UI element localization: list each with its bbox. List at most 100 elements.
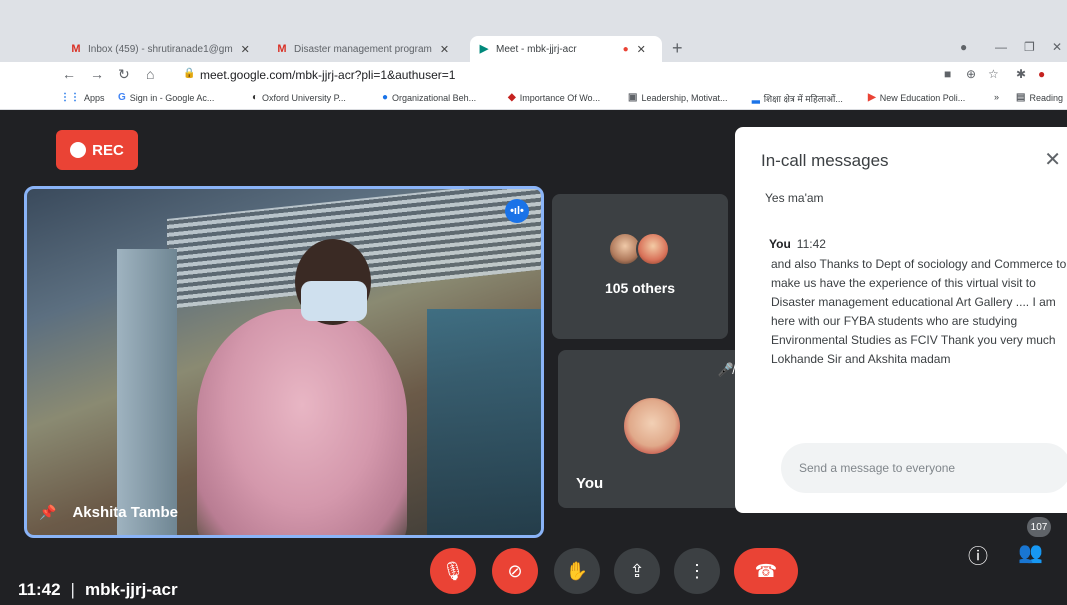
video-background — [117, 249, 177, 535]
extensions-icon[interactable]: ✱ — [1016, 67, 1026, 81]
home-icon[interactable]: ⌂ — [146, 66, 154, 82]
tab-inbox[interactable]: M Inbox (459) - shrutiranade1@gm ✕ — [62, 36, 262, 62]
close-tab-icon[interactable]: ✕ — [440, 43, 449, 56]
chat-message-header: You 11:42 — [769, 237, 826, 251]
others-tile[interactable]: 105 others — [552, 194, 728, 339]
close-window-icon[interactable]: ✕ — [1052, 40, 1062, 54]
record-dot-icon — [70, 142, 87, 158]
mic-off-icon: 🎙 — [441, 560, 465, 581]
tab-meet[interactable]: ▶ Meet - mbk-jjrj-acr ● ✕ — [470, 36, 662, 62]
bookmark-label: Organizational Beh... — [392, 92, 477, 103]
participant-count-badge: 107 — [1027, 517, 1051, 537]
camera-toggle-button[interactable]: ⊘ — [492, 548, 538, 594]
browser-tab-strip: M Inbox (459) - shrutiranade1@gm ✕ M Dis… — [0, 0, 1067, 62]
hang-up-icon: ☎ — [754, 560, 778, 581]
hand-icon: ✋ — [565, 560, 589, 581]
more-vert-icon: ⋮ — [688, 560, 706, 581]
others-count-label: 105 others — [604, 280, 676, 296]
camera-off-icon: ⊘ — [507, 560, 523, 581]
bookmark-organizational[interactable]: ● Organizational Beh... — [382, 92, 476, 103]
clock: 11:42 — [18, 580, 61, 599]
recording-indicator: REC — [56, 130, 138, 170]
participant-name: Akshita Tambe — [72, 504, 179, 521]
self-tile[interactable]: 🎤̸ You — [558, 350, 748, 508]
bookmark-oxford[interactable]: ◐ Oxford University P... — [252, 92, 346, 103]
site-icon: ▣ — [628, 92, 638, 103]
leave-call-button[interactable]: ☎ — [734, 548, 798, 594]
bookmark-google-signin[interactable]: G Sign in - Google Ac... — [118, 92, 214, 103]
bookmark-importance[interactable]: ◆ Importance Of Wo... — [508, 92, 600, 103]
bookmark-education-policy[interactable]: ▶ New Education Poli... — [868, 92, 965, 103]
chat-message: and also Thanks to Dept of sociology and… — [771, 257, 1067, 366]
chat-message: Yes ma'am — [765, 191, 824, 205]
avatar[interactable]: ● — [1038, 67, 1045, 81]
meeting-details: 11:42 | mbk-jjrj-acr — [18, 580, 178, 600]
in-call-messages-panel: In-call messages ✕ Yes ma'am You 11:42 an… — [735, 127, 1067, 513]
present-icon: ⇪ — [629, 560, 645, 581]
avatar — [636, 232, 670, 266]
tab-label: Inbox (459) - shrutiranade1@gm — [88, 43, 233, 55]
participant-video — [301, 281, 367, 321]
close-icon[interactable]: ✕ — [1044, 147, 1061, 172]
chat-sender: You — [769, 237, 791, 251]
bookmark-label: Sign in - Google Ac... — [129, 92, 215, 103]
bookmark-hindi-article[interactable]: ▂ शिक्षा क्षेत्र में महिलाओं... — [752, 92, 843, 105]
gmail-icon: M — [277, 43, 287, 55]
lock-icon: 🔒 — [183, 68, 196, 79]
address-bar-row: ← → ↻ ⌂ 🔒 meet.google.com/mbk-jjrj-acr?p… — [0, 62, 1067, 88]
tab-disaster-management[interactable]: M Disaster management program ✕ — [268, 36, 466, 62]
recording-dot-icon: ● — [622, 43, 629, 55]
meeting-info-icon[interactable]: ⓘ — [968, 540, 988, 569]
people-icon[interactable]: 👥 — [1018, 540, 1043, 565]
bookmark-label: New Education Poli... — [879, 92, 966, 103]
present-button[interactable]: ⇪ — [614, 548, 660, 594]
close-tab-icon[interactable]: ✕ — [637, 43, 646, 56]
bookmark-apps[interactable]: ⋮⋮ Apps — [60, 92, 105, 103]
bookmark-label: शिक्षा क्षेत्र में महिलाओं... — [763, 94, 843, 104]
bookmark-label: Importance Of Wo... — [519, 92, 601, 103]
bookmark-leadership[interactable]: ▣ Leadership, Motivat... — [628, 92, 728, 103]
star-icon[interactable]: ☆ — [988, 67, 999, 81]
meeting-code: mbk-jjrj-acr — [84, 580, 178, 599]
profile-icon[interactable]: ● — [960, 40, 967, 54]
new-tab-button[interactable]: + — [672, 38, 683, 59]
reload-icon[interactable]: ↻ — [118, 66, 130, 83]
diamond-icon: ◆ — [508, 92, 516, 103]
camera-icon[interactable]: ■ — [944, 67, 951, 81]
more-options-button[interactable]: ⋮ — [674, 548, 720, 594]
raise-hand-button[interactable]: ✋ — [554, 548, 600, 594]
participant-video — [197, 309, 407, 535]
bookmarks-bar: ⋮⋮ Apps G Sign in - Google Ac... ◐ Oxford U… — [0, 88, 1067, 110]
google-icon: G — [118, 92, 126, 103]
bookmark-label: Leadership, Motivat... — [641, 92, 728, 103]
reading-list[interactable]: ▤ Reading — [1016, 92, 1063, 103]
screen: M Inbox (459) - shrutiranade1@gm ✕ M Dis… — [0, 0, 1067, 605]
others-avatars — [608, 232, 670, 266]
video-background — [427, 309, 541, 535]
zoom-icon[interactable]: ⊕ — [966, 67, 976, 81]
forward-icon[interactable]: → — [90, 66, 104, 82]
globe-icon: ◐ — [252, 92, 259, 103]
chat-input[interactable]: Send a message to everyone — [781, 443, 1067, 493]
bookmark-label: Oxford University P... — [262, 92, 346, 103]
tab-label: Disaster management program — [294, 43, 432, 55]
apps-icon: ⋮⋮ — [60, 92, 80, 103]
chat-time: 11:42 — [796, 237, 826, 251]
main-video-tile[interactable]: •ıl• 📌 Akshita Tambe — [24, 186, 544, 538]
pin-icon[interactable]: 📌 — [39, 504, 56, 521]
participant-name-tag: 📌 Akshita Tambe — [39, 504, 178, 521]
bookmarks-overflow[interactable]: » — [994, 92, 999, 102]
bookmark-label: Apps — [84, 92, 105, 103]
rec-label: REC — [92, 141, 124, 159]
separator: | — [70, 580, 75, 599]
maximize-icon[interactable]: ❐ — [1024, 40, 1035, 54]
youtube-icon: ▶ — [868, 92, 876, 103]
gmail-icon: M — [71, 43, 81, 55]
close-tab-icon[interactable]: ✕ — [241, 43, 250, 56]
minimize-icon[interactable]: — — [995, 40, 1007, 54]
url-field[interactable]: meet.google.com/mbk-jjrj-acr?pli=1&authu… — [200, 68, 455, 82]
site-icon: ● — [382, 92, 389, 103]
back-icon[interactable]: ← — [62, 66, 76, 82]
bookmark-label: Reading — [1029, 92, 1063, 103]
mic-toggle-button[interactable]: 🎙 — [430, 548, 476, 594]
